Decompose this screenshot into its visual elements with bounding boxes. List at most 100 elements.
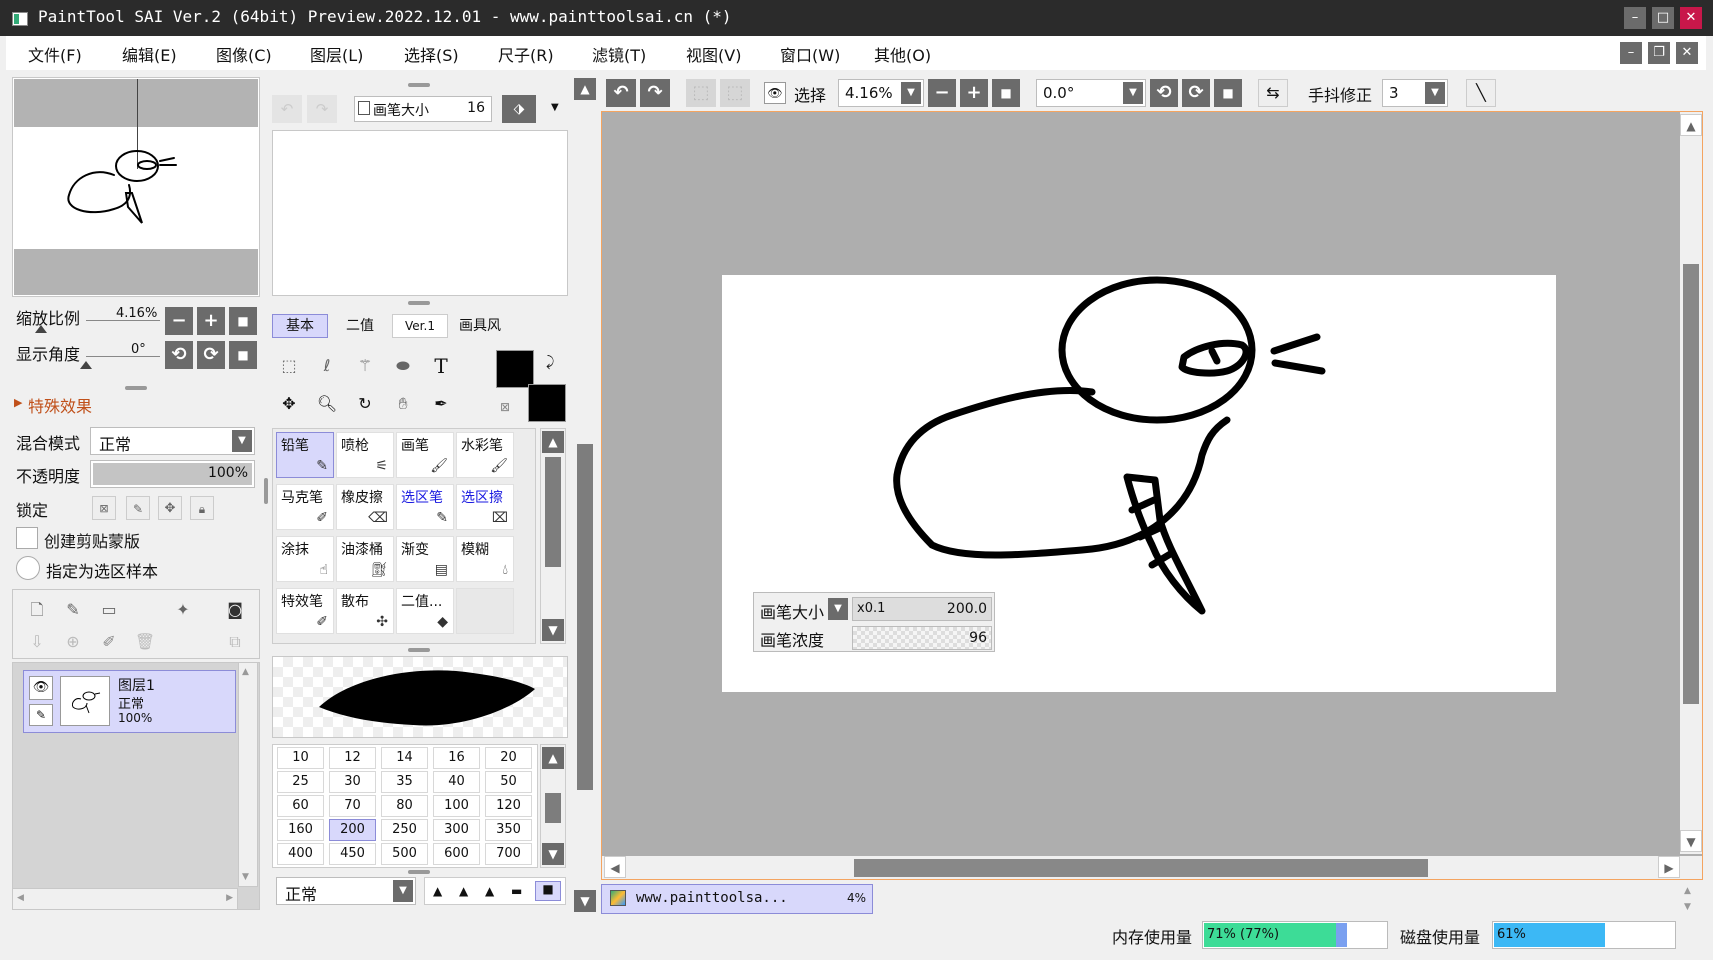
menu-other[interactable]: 其他(O) <box>874 42 931 66</box>
redo-brush-icon[interactable]: ↷ <box>307 95 337 123</box>
rotate-left-button[interactable]: ⟲ <box>165 341 193 369</box>
canvas-hscrollbar[interactable]: ◀ ▶ <box>602 856 1702 879</box>
brush-size-cell[interactable]: 40 <box>433 771 480 793</box>
canvas-vscrollbar[interactable]: ▲ ▼ <box>1680 112 1702 854</box>
zoom-out-button[interactable]: − <box>928 79 956 107</box>
scroll-up-icon[interactable]: ▲ <box>542 431 564 453</box>
zoom-select[interactable]: 4.16% ▼ <box>838 79 924 107</box>
shape-select-icon[interactable]: ⬬ <box>391 354 415 378</box>
tool-bucket[interactable]: 油漆桶 ⛽︎ <box>336 536 394 582</box>
brush-size-cell[interactable]: 10 <box>277 747 324 769</box>
eye-icon[interactable]: 👁︎ <box>29 676 53 700</box>
tab-binary[interactable]: 二值 <box>332 314 388 338</box>
scroll-right-icon[interactable]: ▶ <box>226 893 233 903</box>
brush-size-cell[interactable]: 700 <box>485 843 532 865</box>
tab-basic[interactable]: 基本 <box>272 314 328 338</box>
size-grid-scrollbar[interactable]: ▲ ▼ <box>540 744 566 868</box>
chevron-down-icon[interactable]: ▼ <box>828 598 848 620</box>
panel-grip[interactable] <box>408 648 430 652</box>
zoom-reset-button[interactable]: ■ <box>229 307 257 335</box>
blend-mode-select[interactable]: 正常 ▼ <box>90 427 255 455</box>
tool-gradient[interactable]: 渐变 ▤ <box>396 536 454 582</box>
menu-filter[interactable]: 滤镜(T) <box>592 42 646 66</box>
eraser-toggle-icon[interactable]: ⬗ <box>502 95 536 123</box>
scroll-down-icon[interactable]: ▼ <box>242 872 249 882</box>
eye-icon[interactable]: 👁︎ <box>764 82 786 104</box>
menu-file[interactable]: 文件(F) <box>28 42 82 66</box>
scroll-thumb[interactable] <box>545 793 561 823</box>
menu-ruler[interactable]: 尺子(R) <box>498 42 554 66</box>
rotate-reset-button[interactable]: ■ <box>229 341 257 369</box>
shape-2-icon[interactable]: ▲ <box>459 884 468 898</box>
rect-select-icon[interactable]: ⬚ <box>277 354 301 378</box>
canvas-viewport[interactable]: 画笔大小 ▼ x0.1 200.0 画笔浓度 96 ▲ ▼ ◀ ▶ <box>601 111 1703 880</box>
scroll-thumb[interactable] <box>545 457 561 567</box>
brush-size-cell[interactable]: 500 <box>381 843 428 865</box>
brush-size-cell[interactable]: 300 <box>433 819 480 841</box>
scroll-thumb[interactable] <box>854 859 1428 877</box>
brush-size-cell[interactable]: 250 <box>381 819 428 841</box>
pencil-icon[interactable]: ✎ <box>29 704 53 726</box>
scroll-up-icon[interactable]: ▲ <box>1680 114 1702 136</box>
angle-slider-handle[interactable] <box>80 361 92 369</box>
opacity-slider[interactable]: 100% <box>90 460 255 488</box>
brush-blend-select[interactable]: 正常 ▼ <box>276 877 416 905</box>
magic-wand-icon[interactable]: ⚚ <box>353 354 377 378</box>
brush-size-cell[interactable]: 16 <box>433 747 480 769</box>
brush-size-cell[interactable]: 100 <box>433 795 480 817</box>
scroll-up-icon[interactable]: ▲ <box>542 747 564 769</box>
merge-icon[interactable]: ⊕ <box>61 630 85 654</box>
tool-smudge[interactable]: 涂抹 ☝ <box>276 536 334 582</box>
zoom-reset-button[interactable]: ■ <box>992 79 1020 107</box>
layer-row[interactable]: 👁︎ ✎ 图层1 正常 100% <box>23 670 236 733</box>
move-icon[interactable]: ✥ <box>277 392 301 416</box>
rotate-right-button[interactable]: ⟳ <box>197 341 225 369</box>
zoom-tool-icon[interactable]: 🔍︎ <box>315 392 339 416</box>
zoom-out-button[interactable]: − <box>165 307 193 335</box>
menu-layer[interactable]: 图层(L) <box>310 42 363 66</box>
secondary-color-swatch[interactable] <box>528 384 566 422</box>
brush-size-cell[interactable]: 400 <box>277 843 324 865</box>
eyedropper-icon[interactable]: ✒ <box>429 392 453 416</box>
doc-close-button[interactable]: ✕ <box>1676 42 1698 64</box>
tool-marker[interactable]: 马克笔 ✐ <box>276 484 334 530</box>
tool-selection-pen[interactable]: 选区笔 ✎ <box>396 484 454 530</box>
layer-list-vscrollbar[interactable]: ▲ ▼ <box>238 662 258 887</box>
tab-painter[interactable]: 画具风 <box>452 314 508 338</box>
panel-resize-grip[interactable] <box>125 386 147 390</box>
lock-move-icon[interactable]: ✥ <box>158 496 182 520</box>
swap-colors-icon[interactable]: ⤸ <box>546 354 554 370</box>
straight-line-icon[interactable]: ╲ <box>1466 79 1496 107</box>
tool-pencil[interactable]: 铅笔 ✎ <box>276 432 334 478</box>
scroll-up-icon[interactable]: ▲ <box>574 78 596 100</box>
panel-grip[interactable] <box>408 83 430 87</box>
redo-icon[interactable]: ↷ <box>640 79 670 107</box>
tool-scatter[interactable]: 散布 ✣ <box>336 588 394 634</box>
rotate-tool-icon[interactable]: ↻ <box>353 392 377 416</box>
transfer-icon[interactable]: ✐ <box>97 630 121 654</box>
hand-icon[interactable]: ✋︎ <box>391 392 415 416</box>
zoom-in-button[interactable]: + <box>960 79 988 107</box>
move-down-icon[interactable]: ⇩ <box>25 630 49 654</box>
layer-list-hscrollbar[interactable]: ◀ ▶ <box>12 888 238 910</box>
new-vector-layer-icon[interactable]: ✎ <box>61 598 85 622</box>
scroll-right-icon[interactable]: ▶ <box>1658 856 1680 878</box>
scroll-down-icon[interactable]: ▼ <box>542 843 564 865</box>
brush-size-cell[interactable]: 20 <box>485 747 532 769</box>
panel-grip[interactable] <box>408 301 430 305</box>
maximize-button[interactable]: □ <box>1652 7 1674 29</box>
menu-window[interactable]: 窗口(W) <box>780 42 840 66</box>
popup-size-slider[interactable]: x0.1 200.0 <box>852 597 992 621</box>
transparent-color-icon[interactable]: ⊠ <box>500 400 510 414</box>
expand-triangle-icon[interactable]: ▶ <box>14 396 22 409</box>
popup-density-slider[interactable]: 96 <box>852 626 992 650</box>
menu-arrow-icon[interactable]: ▼ <box>551 102 559 113</box>
new-folder-icon[interactable]: ▭ <box>97 598 121 622</box>
tab-ver1[interactable]: Ver.1 <box>392 314 448 338</box>
brush-size-cell[interactable]: 70 <box>329 795 376 817</box>
tool-selection-eraser[interactable]: 选区擦 ⌧ <box>456 484 514 530</box>
brush-size-cell[interactable]: 25 <box>277 771 324 793</box>
brush-size-cell[interactable]: 35 <box>381 771 428 793</box>
clip-mask-checkbox[interactable] <box>16 527 38 549</box>
undo-icon[interactable]: ↶ <box>606 79 636 107</box>
